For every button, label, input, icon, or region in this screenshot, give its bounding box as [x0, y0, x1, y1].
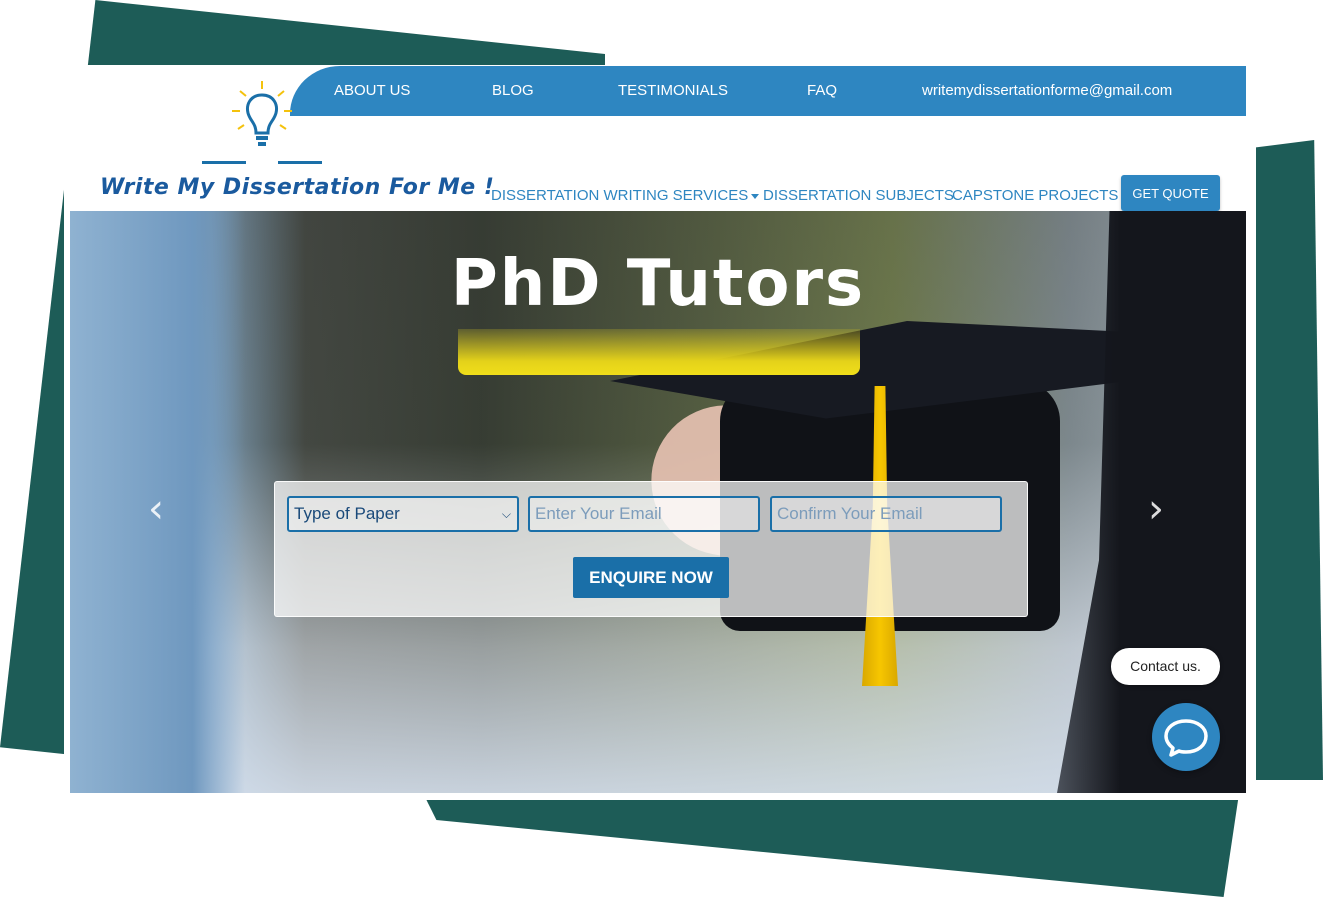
- get-quote-button[interactable]: GET QUOTE: [1121, 175, 1220, 211]
- enquiry-form: Type of Paper ⌵ Enter Your Email Confirm…: [274, 481, 1028, 617]
- title-highlight-bar: [458, 329, 860, 375]
- nav-capstone-projects[interactable]: CAPSTONE PROJECTS: [952, 187, 1118, 204]
- chat-button[interactable]: [1152, 703, 1220, 771]
- paper-type-value: Type of Paper: [294, 504, 400, 523]
- chat-bubble-icon: [1164, 719, 1208, 757]
- backdrop-shape-bottom: [420, 787, 1240, 897]
- site-logo[interactable]: Write My Dissertation For Me !: [100, 77, 494, 200]
- chevron-left-icon[interactable]: ‹: [148, 486, 164, 532]
- top-nav-bar: ABOUT US BLOG TESTIMONIALS FAQ writemydi…: [290, 66, 1246, 116]
- lightbulb-icon: [232, 81, 292, 146]
- chevron-right-icon[interactable]: ›: [1148, 486, 1164, 532]
- paper-type-select[interactable]: Type of Paper ⌵: [287, 496, 519, 532]
- nav-blog[interactable]: BLOG: [492, 82, 534, 99]
- enquire-now-button[interactable]: ENQUIRE NOW: [573, 557, 729, 598]
- website-screenshot-frame: ABOUT US BLOG TESTIMONIALS FAQ writemydi…: [64, 65, 1256, 800]
- nav-faq[interactable]: FAQ: [807, 82, 837, 99]
- hero-title: PhD Tutors: [450, 247, 866, 321]
- logo-underline-left: [202, 161, 246, 164]
- logo-text: Write My Dissertation For Me !: [100, 175, 495, 200]
- contact-us-tooltip[interactable]: Contact us.: [1111, 648, 1220, 685]
- nav-email-link[interactable]: writemydissertationforme@gmail.com: [922, 82, 1172, 99]
- nav-dissertation-subjects[interactable]: DISSERTATION SUBJECTS: [763, 187, 954, 204]
- nav-testimonials[interactable]: TESTIMONIALS: [618, 82, 728, 99]
- chevron-down-icon: ⌵: [501, 507, 511, 521]
- hero-banner: PhD Tutors ‹ › Type of Paper ⌵ Enter You…: [70, 211, 1246, 793]
- caret-down-icon: [751, 193, 760, 199]
- email-input[interactable]: Enter Your Email: [528, 496, 760, 532]
- confirm-email-input[interactable]: Confirm Your Email: [770, 496, 1002, 532]
- logo-underline-right: [278, 161, 322, 164]
- nav-dissertation-writing-services[interactable]: DISSERTATION WRITING SERVICES: [491, 187, 760, 204]
